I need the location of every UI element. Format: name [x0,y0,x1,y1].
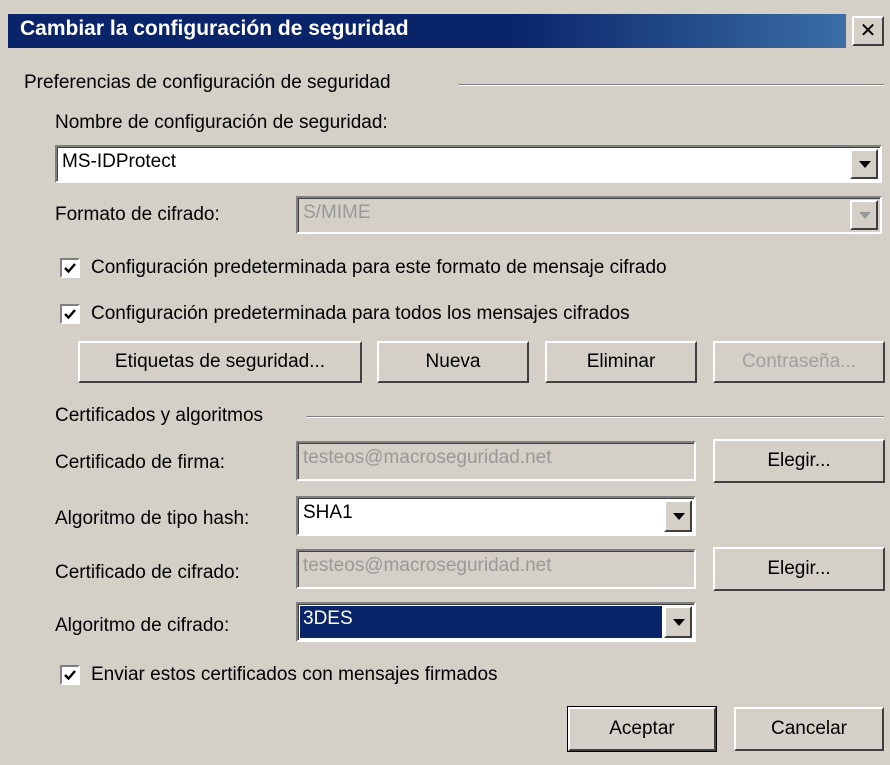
accept-button[interactable]: Aceptar [567,706,717,752]
signing-cert-field[interactable]: testeos@macroseguridad.net [296,441,696,481]
format-dropdown-button[interactable] [850,200,878,230]
hash-value: SHA1 [303,502,353,523]
encryption-alg-combobox[interactable]: 3DES [296,602,696,642]
format-combobox[interactable]: S/MIME [296,196,882,234]
close-button[interactable]: ✕ [852,16,884,46]
default-all-checkbox[interactable] [60,304,80,324]
certificates-group-label: Certificados y algoritmos [55,405,264,426]
encryption-cert-value: testeos@macroseguridad.net [303,555,552,576]
security-name-dropdown-button[interactable] [850,149,878,179]
security-labels-button[interactable]: Etiquetas de seguridad... [78,341,362,383]
hash-combobox[interactable]: SHA1 [296,496,696,536]
format-value: S/MIME [303,202,371,223]
checkmark-icon [64,670,76,681]
chevron-down-icon [859,212,871,219]
chevron-down-icon [673,619,685,626]
default-format-checkbox[interactable] [60,258,80,278]
dialog-title: Cambiar la configuración de seguridad [20,17,409,40]
encryption-cert-field[interactable]: testeos@macroseguridad.net [296,549,696,589]
encryption-alg-dropdown-button[interactable] [664,606,692,638]
send-certs-checkbox[interactable] [60,665,80,685]
new-button[interactable]: Nueva [377,341,529,383]
encryption-alg-label: Algoritmo de cifrado: [55,615,230,636]
preferences-group-label: Preferencias de configuración de segurid… [24,72,391,93]
chevron-down-icon [859,161,871,168]
default-all-label: Configuración predeterminada para todos … [91,303,630,324]
encryption-alg-value: 3DES [300,606,662,638]
security-name-label: Nombre de configuración de seguridad: [55,112,388,133]
send-certs-label: Enviar estos certificados con mensajes f… [91,664,498,685]
security-name-value: MS-IDProtect [62,151,177,172]
security-name-combobox[interactable]: MS-IDProtect [55,145,882,183]
encryption-choose-button[interactable]: Elegir... [713,547,885,591]
encryption-cert-label: Certificado de cifrado: [55,562,240,583]
default-format-label: Configuración predeterminada para este f… [91,257,667,278]
checkmark-icon [64,263,76,274]
signing-cert-value: testeos@macroseguridad.net [303,447,552,468]
hash-label: Algoritmo de tipo hash: [55,508,250,529]
close-icon: ✕ [859,20,877,42]
certificates-group-divider [306,416,884,418]
cancel-button[interactable]: Cancelar [734,707,884,751]
format-label: Formato de cifrado: [55,204,220,225]
chevron-down-icon [673,513,685,520]
checkmark-icon [64,309,76,320]
preferences-group-divider [458,84,884,86]
hash-dropdown-button[interactable] [664,500,692,532]
password-button[interactable]: Contraseña... [713,341,885,383]
delete-button[interactable]: Eliminar [545,341,697,383]
signing-cert-label: Certificado de firma: [55,452,226,473]
signing-choose-button[interactable]: Elegir... [713,439,885,483]
